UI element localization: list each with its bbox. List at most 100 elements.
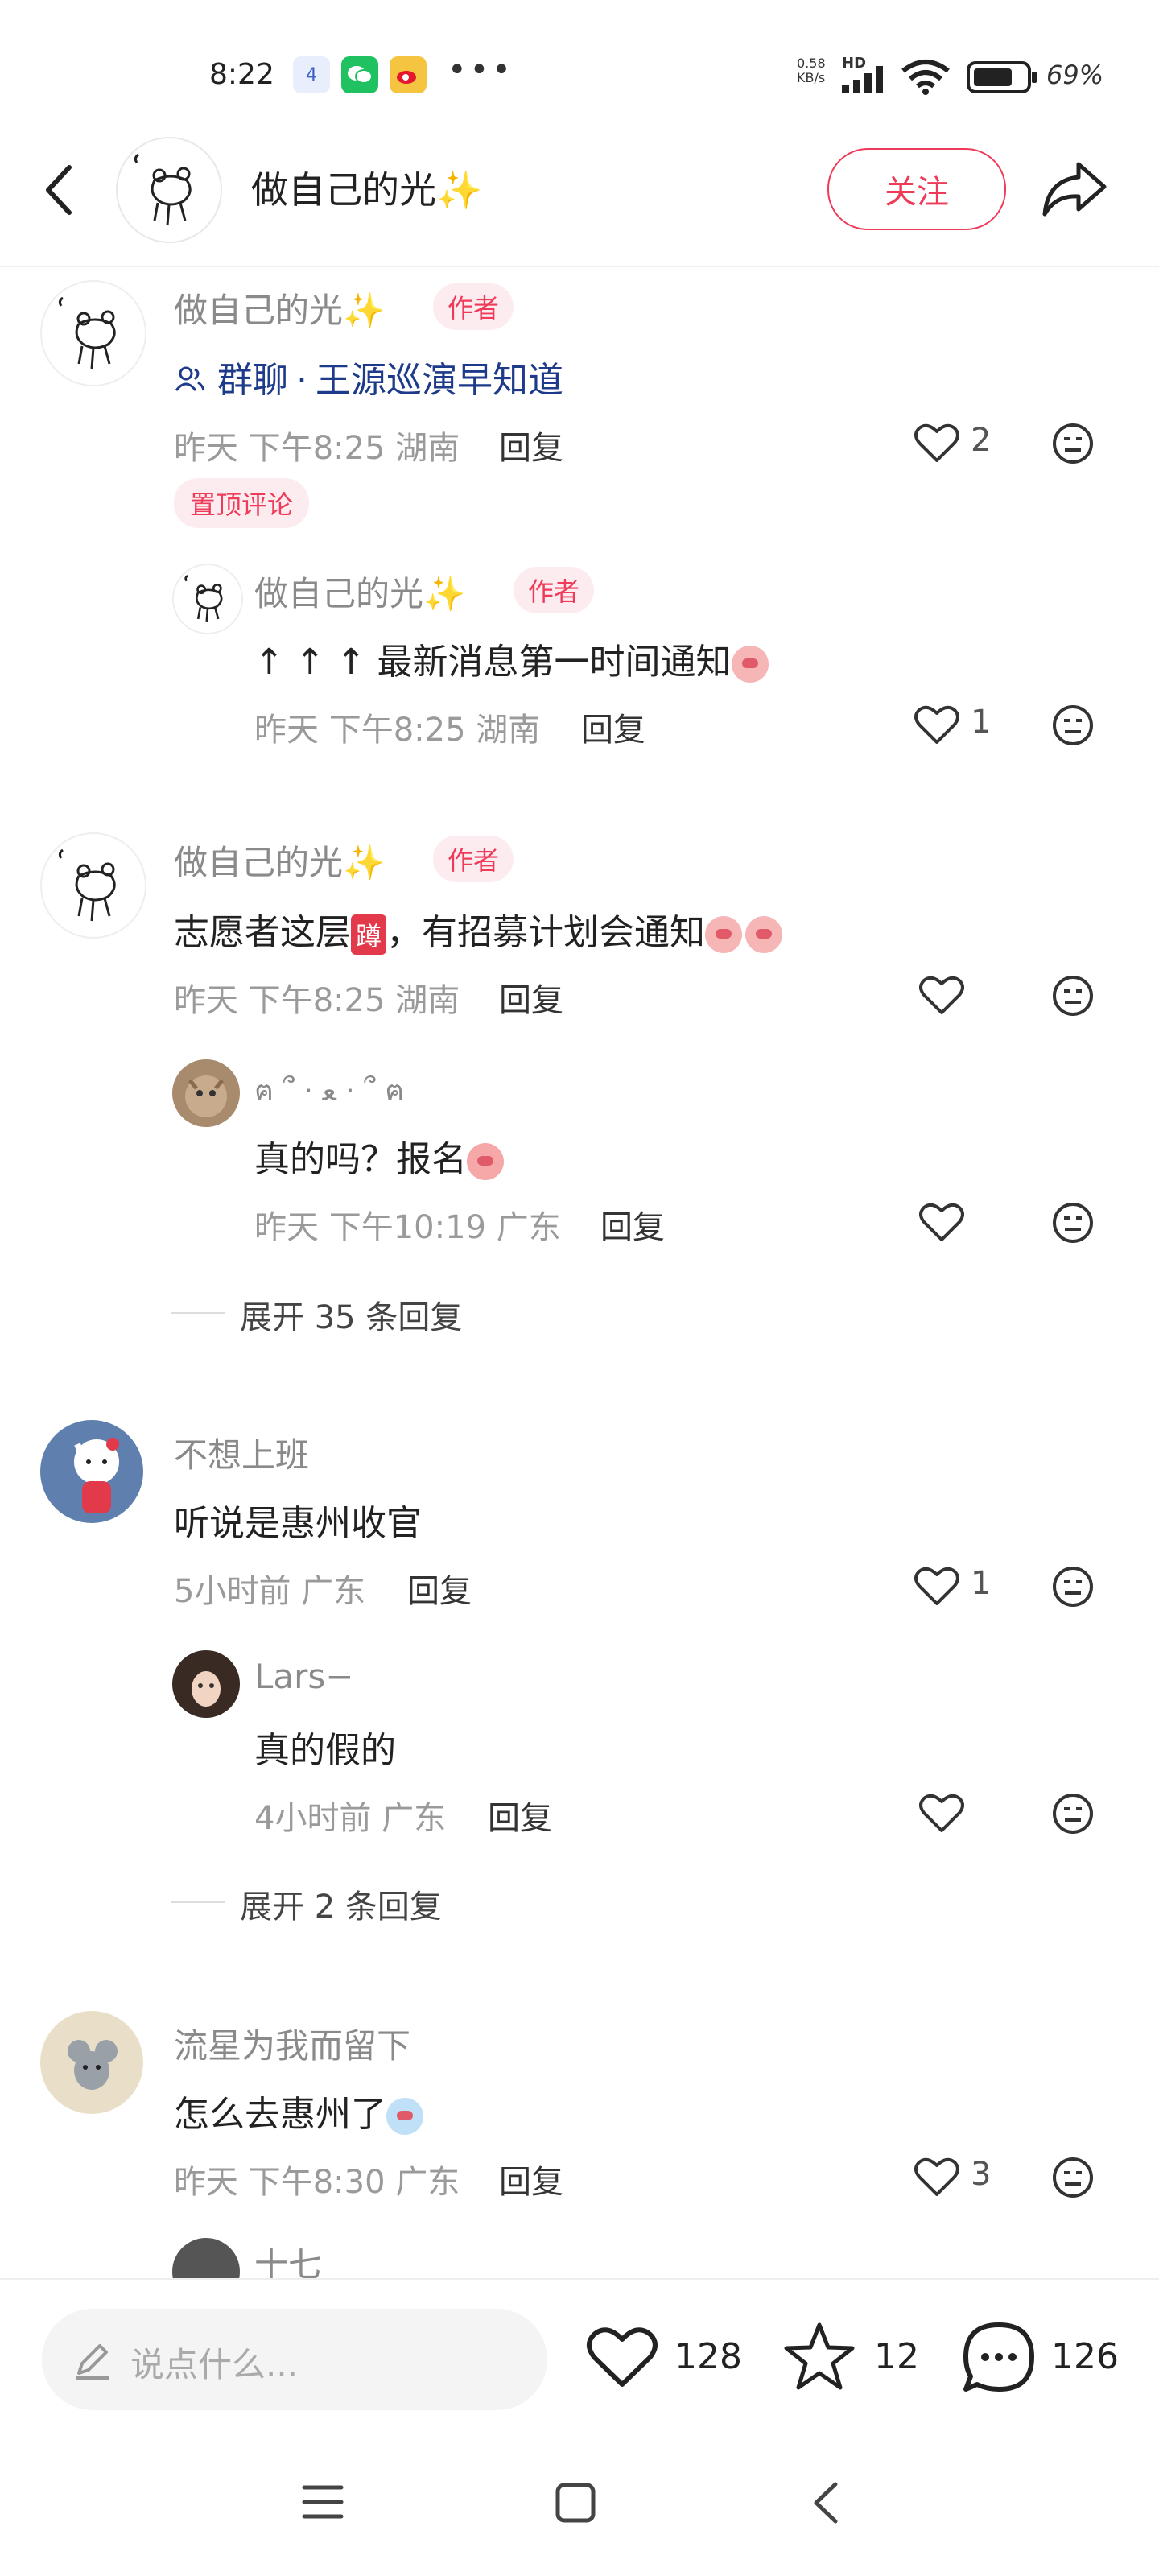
heart-icon[interactable] (914, 1565, 959, 1607)
peach-emoji-icon (705, 916, 743, 953)
wechat-icon (341, 56, 378, 93)
heart-icon[interactable] (914, 704, 959, 745)
like-count: 1 (971, 1565, 992, 1602)
reply-author[interactable]: 十七 (254, 2238, 322, 2278)
like-count: 2 (971, 422, 992, 459)
share-icon[interactable] (1038, 153, 1111, 225)
pig-emoji-icon (467, 1143, 504, 1180)
dislike-face-icon[interactable] (1051, 1792, 1095, 1835)
comment-time: 昨天 下午8:25 湖南 (174, 430, 460, 467)
reply-time: 昨天 下午10:19 广东 (254, 1209, 561, 1246)
home-icon[interactable] (554, 2481, 597, 2524)
wifi-icon (901, 60, 950, 95)
like-heart-icon[interactable] (586, 2323, 658, 2391)
reply-button[interactable]: 回复 (499, 422, 563, 469)
avatar[interactable] (40, 2011, 143, 2114)
comment-author[interactable]: 做自己的光✨ (174, 283, 385, 332)
page-title: 做自己的光✨ (251, 161, 482, 214)
reply-button[interactable]: 回复 (488, 1792, 552, 1839)
nav-back-icon[interactable] (808, 2479, 843, 2526)
battery-percent: 69% (1046, 60, 1104, 90)
comment-author[interactable]: 流星为我而留下 (174, 2019, 410, 2068)
peach-emoji-icon (731, 646, 769, 683)
header-divider (0, 266, 1159, 267)
follow-button[interactable]: 关注 (827, 148, 1006, 230)
group-icon (175, 366, 205, 391)
squat-sticker-icon: 蹲 (351, 914, 387, 955)
reply-author-text: 做自己的光 (254, 574, 424, 613)
peach-emoji-icon (745, 916, 783, 953)
star-icon[interactable] (782, 2320, 856, 2392)
more-notifications-icon: ••• (448, 52, 514, 89)
comment-time: 5小时前 广东 (174, 1573, 366, 1610)
author-tag: 作者 (433, 283, 514, 330)
avatar[interactable] (40, 280, 146, 386)
comment-author-text: 做自己的光 (174, 843, 344, 882)
reply-text: ↑ ↑ ↑ 最新消息第一时间通知 (254, 633, 769, 684)
group-name: 王源巡演早知道 (316, 360, 563, 401)
heart-icon[interactable] (914, 2156, 959, 2198)
sparkles-icon: ✨ (343, 843, 386, 882)
heart-icon[interactable] (914, 422, 959, 464)
comment-text: 听说是惠州收官 (174, 1503, 422, 1544)
crying-emoji-icon (386, 2098, 423, 2135)
dislike-face-icon[interactable] (1051, 2156, 1095, 2199)
favorite-total: 12 (874, 2336, 919, 2377)
reply-author[interactable]: 做自己的光✨ (254, 567, 465, 616)
avatar[interactable] (172, 1059, 240, 1127)
partial-reply: 十七 (0, 2230, 1159, 2278)
comment-author-text: 做自己的光 (174, 291, 344, 330)
pencil-icon (76, 2344, 109, 2380)
expand-divider (171, 1312, 225, 1314)
comment-author[interactable]: 不想上班 (174, 1428, 309, 1477)
network-speed-unit: KB/s (797, 70, 826, 85)
reply-author[interactable]: ฅ ՞ · ﻌ · ՞ ฅ (254, 1067, 404, 1113)
like-total: 128 (674, 2336, 742, 2377)
sparkles-icon: ✨ (436, 168, 483, 212)
reply-button[interactable]: 回复 (499, 974, 563, 1021)
reply-button[interactable]: 回复 (407, 1565, 472, 1612)
comment-author[interactable]: 做自己的光✨ (174, 836, 385, 885)
reply-text: 真的假的 (254, 1730, 396, 1771)
dislike-face-icon[interactable] (1051, 1565, 1095, 1608)
author-avatar[interactable] (116, 137, 222, 243)
dislike-face-icon[interactable] (1051, 974, 1095, 1018)
reply-author[interactable]: Lars− (254, 1657, 353, 1696)
heart-icon[interactable] (919, 1792, 964, 1834)
bottom-divider (0, 2278, 1159, 2280)
avatar[interactable] (40, 1420, 143, 1523)
avatar[interactable] (172, 564, 243, 634)
avatar[interactable] (172, 2238, 240, 2278)
reply-button[interactable]: 回复 (499, 2156, 563, 2202)
dislike-face-icon[interactable] (1051, 422, 1095, 465)
girl-photo-icon (192, 1671, 221, 1707)
expand-replies-button[interactable]: 展开 2 条回复 (240, 1880, 442, 1927)
dislike-face-icon[interactable] (1051, 704, 1095, 747)
comment-text-part: 志愿者这层 (174, 912, 351, 953)
expand-replies-button[interactable]: 展开 35 条回复 (240, 1291, 462, 1338)
group-chat-link[interactable]: 群聊 · 王源巡演早知道 (174, 351, 563, 402)
dislike-face-icon[interactable] (1051, 1201, 1095, 1245)
comment-text: 怎么去惠州了 (174, 2085, 423, 2136)
reply-text: 真的吗？报名 (254, 1130, 504, 1182)
comment-bubble-icon[interactable] (961, 2320, 1037, 2396)
network-speed-value: 0.58 (797, 56, 826, 71)
comment-time: 昨天 下午8:25 湖南 (174, 982, 460, 1019)
sketch-bear-icon (184, 575, 223, 622)
reply-text-content: 真的吗？报名 (254, 1139, 467, 1180)
reply-button[interactable]: 回复 (581, 704, 645, 750)
comment-input-placeholder: 说点什么... (130, 2345, 299, 2384)
sim-badge-label: 4 (306, 64, 317, 85)
comment-text-part: ，有招募计划会通知 (386, 912, 706, 953)
reply-time: 4小时前 广东 (254, 1800, 447, 1837)
sketch-bear-icon (58, 848, 116, 922)
avatar[interactable] (40, 832, 146, 939)
like-count: 1 (971, 704, 992, 741)
back-icon[interactable] (35, 158, 84, 222)
avatar[interactable] (172, 1650, 240, 1718)
heart-icon[interactable] (919, 974, 964, 1016)
heart-icon[interactable] (919, 1201, 964, 1243)
menu-icon[interactable] (299, 2481, 346, 2523)
signal-icon (842, 66, 883, 93)
reply-button[interactable]: 回复 (600, 1201, 665, 1248)
